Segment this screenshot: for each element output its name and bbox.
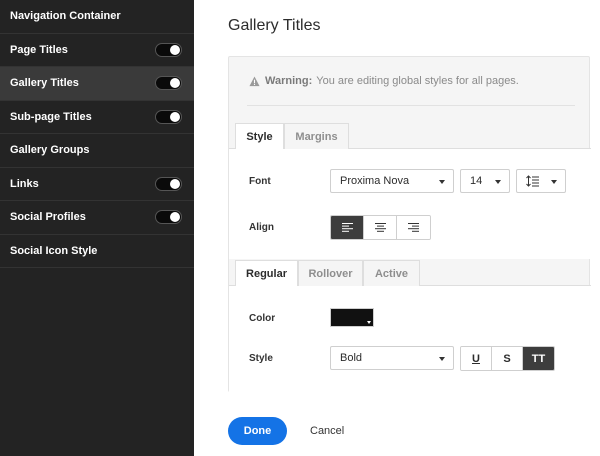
chevron-down-icon [439,180,445,184]
style-panel: Warning: You are editing global styles f… [228,56,591,392]
main-panel: Gallery Titles Warning: You are editing … [194,0,600,456]
toggle-knob [170,111,180,122]
style-tabs: Style Margins [229,123,591,150]
gallery-titles-toggle[interactable] [155,76,182,91]
done-button[interactable]: Done [228,417,287,445]
warning-message: Warning: You are editing global styles f… [249,75,519,87]
toggle-knob [170,78,180,89]
state-tabs: Regular Rollover Active [229,260,591,287]
font-weight-select[interactable]: Bold [330,346,454,370]
tab-active[interactable]: Active [363,260,420,286]
color-label: Color [249,313,276,324]
divider [247,105,575,106]
state-tab-body: Color Style Bold U S TT [229,286,591,392]
toggle-knob [170,212,180,223]
chevron-down-icon [367,321,371,324]
toggle-knob [170,44,180,55]
sub-page-titles-toggle[interactable] [155,109,182,124]
underline-button[interactable]: U [461,347,492,370]
tab-regular[interactable]: Regular [235,260,298,287]
tab-rollover[interactable]: Rollover [298,260,363,286]
font-weight-value: Bold [340,352,363,364]
text-style-button-group: U S TT [460,346,555,371]
toggle-knob [170,178,180,189]
uppercase-button[interactable]: TT [523,347,554,370]
warning-label: Warning: [265,75,313,87]
sidebar-item-label: Navigation Container [10,10,121,23]
sidebar-item-label: Social Profiles [10,211,86,224]
line-height-icon [526,175,539,187]
font-family-value: Proxima Nova [340,175,410,187]
chevron-down-icon [551,180,557,184]
sidebar-item-social-profiles[interactable]: Social Profiles [0,201,194,235]
sidebar-item-links[interactable]: Links [0,168,194,201]
font-size-value: 14 [470,175,483,187]
style-label: Style [249,353,273,364]
sidebar-item-label: Links [10,177,39,190]
tab-style[interactable]: Style [235,123,284,150]
align-center-icon [374,223,386,232]
sidebar-item-label: Gallery Titles [10,77,79,90]
page-titles-toggle[interactable] [155,42,182,57]
color-swatch[interactable] [330,308,374,327]
sidebar-item-sub-page-titles[interactable]: Sub-page Titles [0,101,194,134]
style-tab-body: Font Proxima Nova 14 Align [229,149,591,259]
links-toggle[interactable] [155,176,182,191]
sidebar: Navigation Container Page Titles Gallery… [0,0,194,456]
sidebar-item-label: Sub-page Titles [10,110,92,123]
social-profiles-toggle[interactable] [155,210,182,225]
sidebar-item-label: Page Titles [10,43,68,56]
warning-icon [249,75,260,86]
chevron-down-icon [495,180,501,184]
font-size-select[interactable]: 14 [460,169,510,193]
sidebar-item-navigation-container[interactable]: Navigation Container [0,0,194,34]
sidebar-item-gallery-titles[interactable]: Gallery Titles [0,67,194,101]
strikethrough-button[interactable]: S [492,347,523,370]
line-height-select[interactable] [516,169,566,193]
page-title: Gallery Titles [228,17,321,34]
sidebar-item-gallery-groups[interactable]: Gallery Groups [0,134,194,168]
align-center-button[interactable] [364,216,397,239]
align-right-icon [408,223,419,232]
chevron-down-icon [439,357,445,361]
tab-margins[interactable]: Margins [284,123,349,149]
warning-text: You are editing global styles for all pa… [316,75,519,87]
align-label: Align [249,222,274,233]
align-left-icon [341,223,353,232]
sidebar-item-label: Social Icon Style [10,244,98,257]
font-label: Font [249,176,271,187]
font-family-select[interactable]: Proxima Nova [330,169,454,193]
sidebar-item-page-titles[interactable]: Page Titles [0,34,194,67]
align-left-button[interactable] [331,216,364,239]
cancel-button[interactable]: Cancel [310,417,344,445]
align-button-group [330,215,431,240]
sidebar-item-label: Gallery Groups [10,144,90,157]
align-right-button[interactable] [397,216,430,239]
sidebar-item-social-icon-style[interactable]: Social Icon Style [0,235,194,268]
